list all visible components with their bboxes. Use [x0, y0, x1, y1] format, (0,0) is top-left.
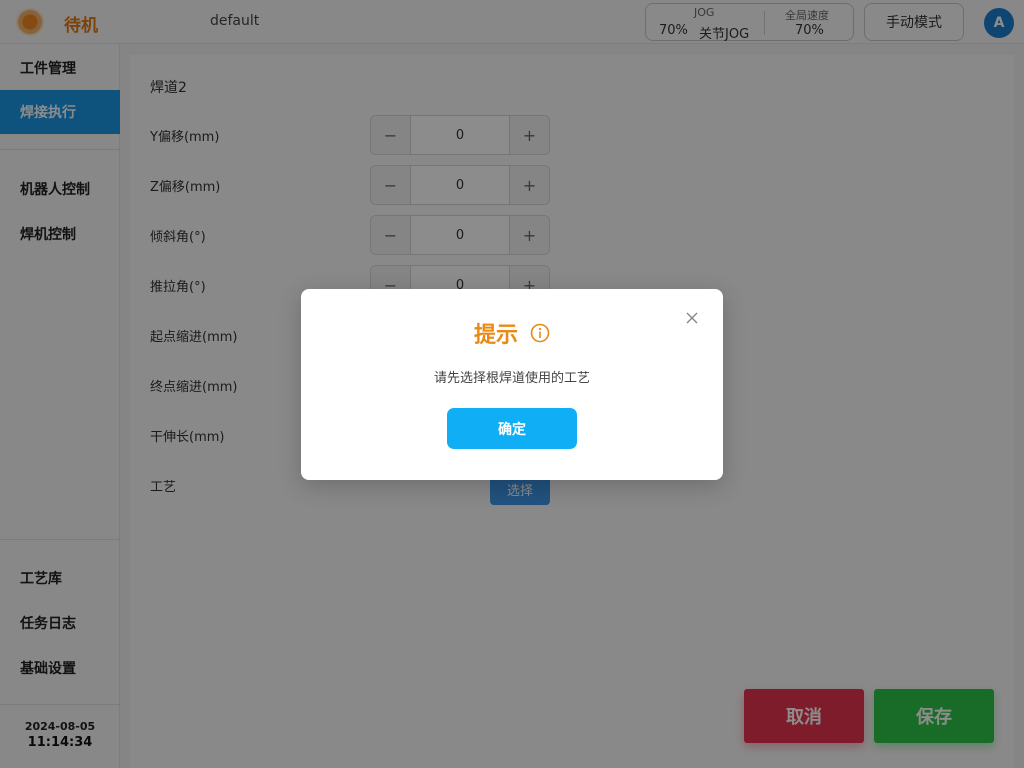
info-icon [530, 323, 550, 343]
dialog-header: 提示 [301, 317, 723, 349]
dialog-title: 提示 [473, 323, 518, 348]
alert-dialog: 提示 请先选择根焊道使用的工艺 确定 [301, 289, 723, 480]
dialog-message: 请先选择根焊道使用的工艺 [433, 371, 590, 386]
confirm-button[interactable]: 确定 [447, 408, 577, 449]
